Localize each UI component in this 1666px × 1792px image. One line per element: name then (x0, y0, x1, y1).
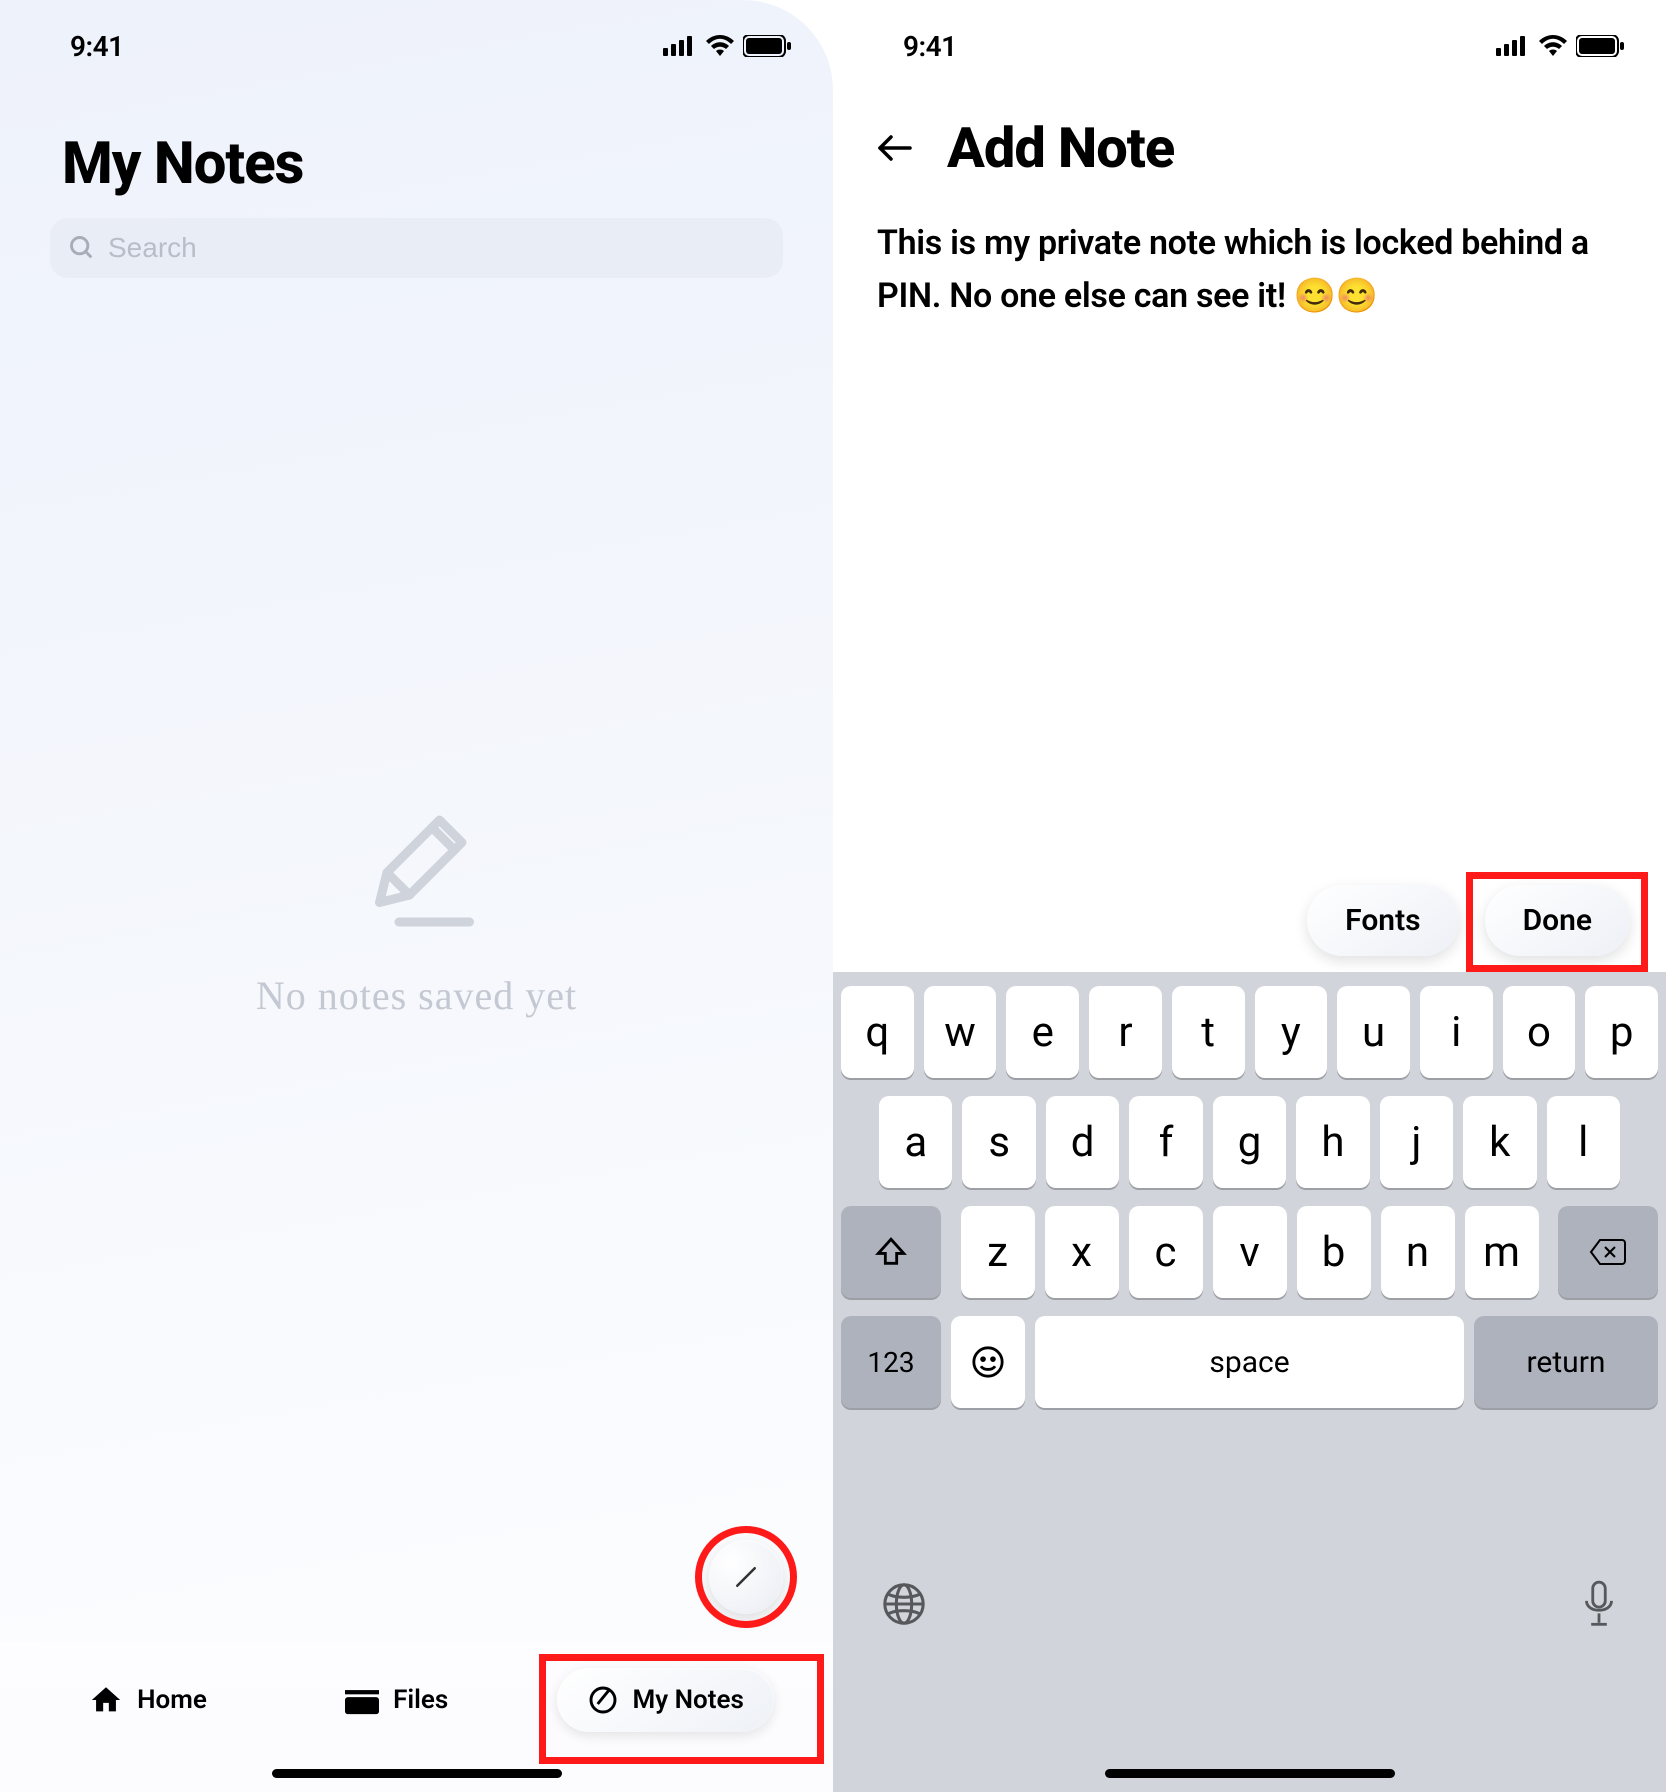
key-a[interactable]: a (879, 1096, 952, 1188)
key-h[interactable]: h (1296, 1096, 1369, 1188)
battery-icon (1576, 35, 1624, 57)
search-icon (68, 234, 96, 262)
key-n[interactable]: n (1381, 1206, 1455, 1298)
key-r[interactable]: r (1089, 986, 1162, 1078)
key-k[interactable]: k (1463, 1096, 1536, 1188)
tab-home-label: Home (137, 1685, 207, 1715)
arrow-left-icon (876, 133, 914, 163)
status-bar: 9:41 (833, 0, 1666, 70)
home-indicator[interactable] (272, 1769, 562, 1778)
tab-notes-label: My Notes (633, 1685, 744, 1715)
page-title: Add Note (947, 115, 1174, 181)
emoji-icon (971, 1345, 1005, 1379)
key-v[interactable]: v (1213, 1206, 1287, 1298)
key-t[interactable]: t (1172, 986, 1245, 1078)
home-icon (89, 1683, 123, 1717)
search-field[interactable] (50, 218, 783, 278)
wifi-icon (705, 35, 735, 57)
globe-icon (881, 1581, 927, 1627)
note-textarea[interactable]: This is my private note which is locked … (833, 181, 1666, 358)
fonts-button[interactable]: Fonts (1307, 885, 1458, 956)
space-key[interactable]: space (1035, 1316, 1464, 1408)
emoji-key[interactable] (951, 1316, 1025, 1408)
tab-files-label: Files (393, 1685, 448, 1715)
shift-icon (874, 1235, 908, 1269)
dictation-key[interactable] (1580, 1579, 1618, 1629)
key-z[interactable]: z (961, 1206, 1035, 1298)
backspace-key[interactable] (1558, 1206, 1658, 1298)
status-bar: 9:41 (0, 0, 833, 70)
key-c[interactable]: c (1129, 1206, 1203, 1298)
done-button[interactable]: Done (1485, 885, 1630, 956)
globe-key[interactable] (881, 1581, 927, 1627)
keyboard-row-2: asdfghjkl (841, 1096, 1658, 1188)
key-s[interactable]: s (962, 1096, 1035, 1188)
microphone-icon (1580, 1579, 1618, 1629)
pencil-icon (342, 790, 492, 940)
return-key[interactable]: return (1474, 1316, 1658, 1408)
key-i[interactable]: i (1420, 986, 1493, 1078)
header: Add Note (833, 70, 1666, 181)
screen-my-notes: 9:41 My Notes No notes saved yet Home (0, 0, 833, 1792)
key-j[interactable]: j (1380, 1096, 1453, 1188)
keyboard: qwertyuiop asdfghjkl zxcvbnm 123 space r… (833, 972, 1666, 1792)
compose-note-button[interactable] (709, 1540, 783, 1614)
status-icons (663, 35, 791, 57)
tab-home[interactable]: Home (59, 1667, 237, 1733)
keyboard-row-3: zxcvbnm (841, 1206, 1658, 1298)
home-indicator[interactable] (1105, 1769, 1395, 1778)
folder-icon (345, 1685, 379, 1715)
keyboard-row-1: qwertyuiop (841, 986, 1658, 1078)
cellular-icon (1496, 36, 1530, 56)
screen-add-note: 9:41 Add Note This is my private note wh… (833, 0, 1666, 1792)
shift-key[interactable] (841, 1206, 941, 1298)
key-x[interactable]: x (1045, 1206, 1119, 1298)
battery-icon (743, 35, 791, 57)
key-w[interactable]: w (924, 986, 997, 1078)
status-time: 9:41 (903, 30, 957, 63)
status-icons (1496, 35, 1624, 57)
key-g[interactable]: g (1213, 1096, 1286, 1188)
key-b[interactable]: b (1297, 1206, 1371, 1298)
tab-my-notes[interactable]: My Notes (557, 1668, 774, 1732)
search-input[interactable] (108, 232, 765, 264)
key-l[interactable]: l (1547, 1096, 1620, 1188)
pencil-small-icon (731, 1562, 761, 1592)
back-button[interactable] (873, 126, 917, 170)
key-o[interactable]: o (1503, 986, 1576, 1078)
key-m[interactable]: m (1465, 1206, 1539, 1298)
key-p[interactable]: p (1585, 986, 1658, 1078)
numbers-key[interactable]: 123 (841, 1316, 941, 1408)
key-q[interactable]: q (841, 986, 914, 1078)
key-y[interactable]: y (1255, 986, 1328, 1078)
wifi-icon (1538, 35, 1568, 57)
keyboard-row-4: 123 space return (841, 1316, 1658, 1408)
keyboard-accessory-bar: Fonts Done (833, 885, 1666, 956)
key-u[interactable]: u (1337, 986, 1410, 1078)
notes-icon (587, 1684, 619, 1716)
key-e[interactable]: e (1006, 986, 1079, 1078)
backspace-icon (1588, 1237, 1628, 1267)
tab-files[interactable]: Files (315, 1669, 478, 1731)
key-d[interactable]: d (1046, 1096, 1119, 1188)
empty-state: No notes saved yet (0, 790, 833, 1019)
cellular-icon (663, 36, 697, 56)
empty-state-text: No notes saved yet (0, 972, 833, 1019)
key-f[interactable]: f (1129, 1096, 1202, 1188)
page-title: My Notes (62, 130, 833, 198)
keyboard-bottom-row (841, 1426, 1658, 1792)
status-time: 9:41 (70, 30, 124, 63)
